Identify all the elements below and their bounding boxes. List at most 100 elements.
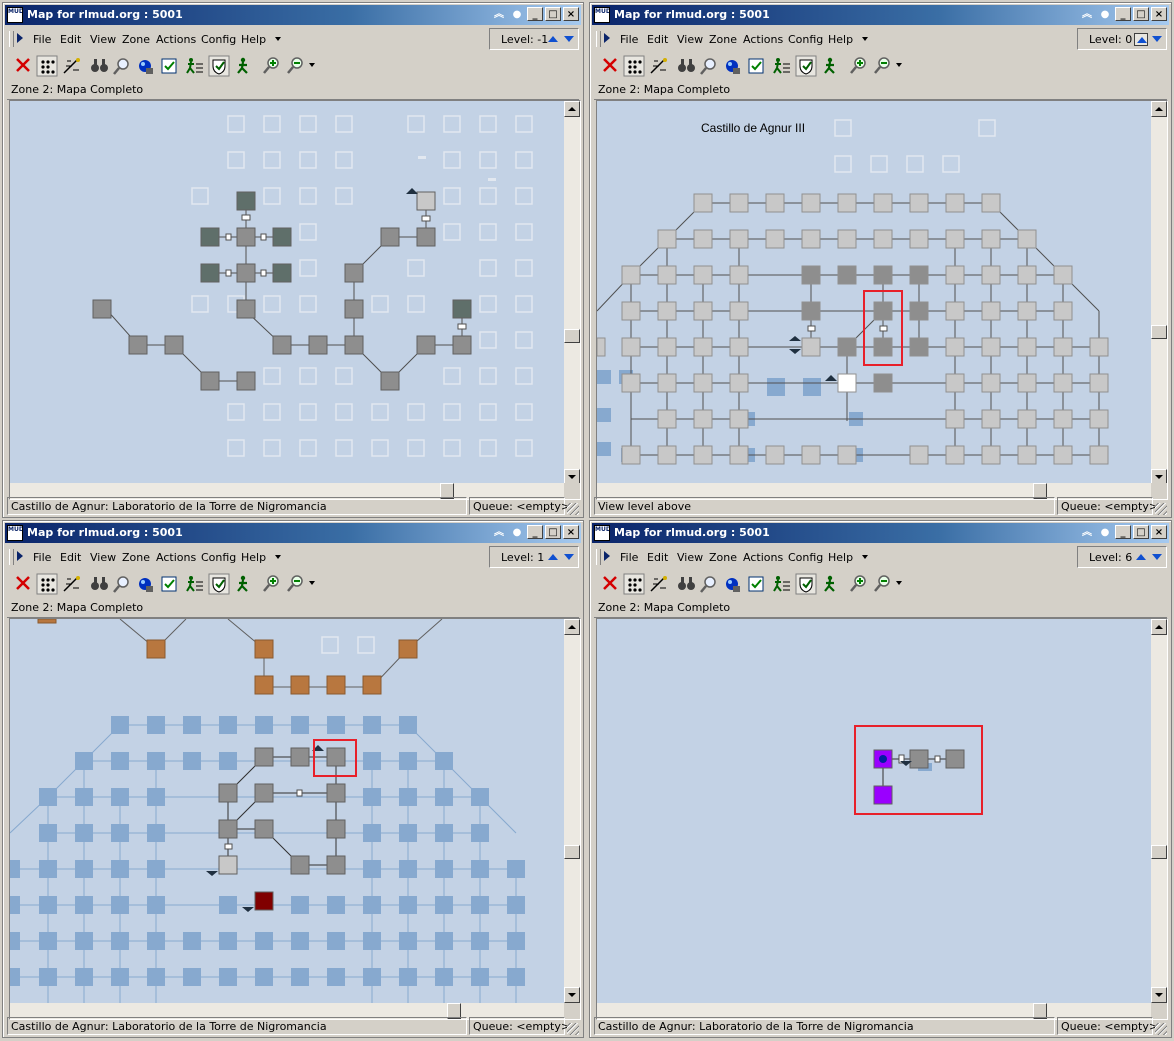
close-button[interactable]: × [563,525,579,539]
window-title-bar[interactable]: MUD Map for rlmud.org : 5001 ︽ ● _ □ × [5,523,581,543]
rollup-icon[interactable]: ︽ [491,525,507,539]
close-button[interactable]: × [1151,7,1167,21]
menu-view[interactable]: View [677,551,703,564]
menu-file[interactable]: File [620,551,638,564]
map-view[interactable] [9,618,581,1020]
maximize-button[interactable]: □ [545,7,561,21]
menu-edit[interactable]: Edit [647,551,668,564]
rollup-icon[interactable]: ︽ [1079,7,1095,21]
maximize-button[interactable]: □ [545,525,561,539]
menu-help[interactable]: Help [828,33,853,46]
menu-view[interactable]: View [677,33,703,46]
window-title-bar[interactable]: MUD Map for rlmud.org : 5001 ︽ ● _ □ × [592,5,1169,25]
menu-zone[interactable]: Zone [709,33,737,46]
menu-edit[interactable]: Edit [647,33,668,46]
minimize-button[interactable]: _ [527,7,543,21]
menu-edit[interactable]: Edit [60,551,81,564]
scroll-up-button[interactable] [1151,619,1167,635]
map-canvas[interactable] [10,101,566,485]
menu-zone[interactable]: Zone [122,551,150,564]
resize-grip[interactable] [567,503,579,515]
walker-icon [237,57,248,74]
level-down-button[interactable] [1150,551,1164,564]
vertical-scrollbar[interactable] [564,619,580,1003]
menu-config[interactable]: Config [788,33,823,46]
scroll-up-button[interactable] [564,101,580,117]
vertical-scroll-thumb[interactable] [564,329,580,343]
menu-config[interactable]: Config [201,33,236,46]
window-title-bar[interactable]: MUD Map for rlmud.org : 5001 ︽ ● _ □ × [5,5,581,25]
resize-grip[interactable] [1155,503,1167,515]
pin-icon[interactable]: ● [509,7,525,21]
vertical-scroll-thumb[interactable] [1151,845,1167,859]
menu-overflow-chevron-icon[interactable] [275,555,281,559]
menu-file[interactable]: File [33,551,51,564]
map-canvas[interactable]: Castillo de Agnur III [597,101,1153,485]
menu-actions[interactable]: Actions [156,551,196,564]
scroll-up-button[interactable] [1151,101,1167,117]
maximize-button[interactable]: □ [1133,525,1149,539]
close-button[interactable]: × [1151,525,1167,539]
rollup-icon[interactable]: ︽ [1079,525,1095,539]
map-view[interactable] [596,618,1168,1020]
level-up-button[interactable] [546,551,560,564]
map-graph[interactable]: Castillo de Agnur III [597,101,1153,485]
menu-zone[interactable]: Zone [122,33,150,46]
level-down-button[interactable] [562,551,576,564]
menu-file[interactable]: File [620,33,638,46]
faded-rooms [834,119,996,173]
map-graph[interactable] [597,619,1153,1003]
menu-play-icon[interactable] [17,33,23,43]
level-up-button[interactable] [546,33,560,46]
menu-file[interactable]: File [33,33,51,46]
pin-icon[interactable]: ● [509,525,525,539]
menu-config[interactable]: Config [201,551,236,564]
menu-edit[interactable]: Edit [60,33,81,46]
menu-play-icon[interactable] [604,551,610,561]
menu-zone[interactable]: Zone [709,551,737,564]
menu-help[interactable]: Help [241,33,266,46]
minimize-button[interactable]: _ [1115,7,1131,21]
menu-actions[interactable]: Actions [156,33,196,46]
menu-view[interactable]: View [90,33,116,46]
map-view[interactable] [9,100,581,500]
rollup-icon[interactable]: ︽ [491,7,507,21]
window-title-bar[interactable]: MUD Map for rlmud.org : 5001 ︽ ● _ □ × [592,523,1169,543]
menu-help[interactable]: Help [241,551,266,564]
level-down-button[interactable] [562,33,576,46]
close-button[interactable]: × [563,7,579,21]
pin-icon[interactable]: ● [1097,7,1113,21]
menu-overflow-chevron-icon[interactable] [862,37,868,41]
vertical-scrollbar[interactable] [1151,101,1167,485]
menu-config[interactable]: Config [788,551,823,564]
resize-grip[interactable] [1155,1023,1167,1035]
menu-actions[interactable]: Actions [743,33,783,46]
maximize-button[interactable]: □ [1133,7,1149,21]
map-canvas[interactable] [597,619,1153,1003]
map-canvas[interactable] [10,619,566,1003]
vertical-scrollbar[interactable] [1151,619,1167,1003]
vertical-scroll-thumb[interactable] [564,845,580,859]
vertical-scroll-thumb[interactable] [1151,325,1167,339]
menu-overflow-chevron-icon[interactable] [862,555,868,559]
vertical-scrollbar[interactable] [564,101,580,485]
map-view[interactable]: Castillo de Agnur III [596,100,1168,500]
map-graph[interactable] [10,619,566,1003]
resize-grip[interactable] [567,1023,579,1035]
map-graph[interactable] [10,101,566,485]
level-up-button[interactable] [1134,33,1148,46]
level-up-button[interactable] [1134,551,1148,564]
level-down-button[interactable] [1150,33,1164,46]
menu-play-icon[interactable] [17,551,23,561]
menu-view[interactable]: View [90,551,116,564]
menu-overflow-chevron-icon[interactable] [275,37,281,41]
scroll-up-button[interactable] [564,619,580,635]
menu-play-icon[interactable] [604,33,610,43]
scroll-down-button[interactable] [1151,987,1167,1003]
minimize-button[interactable]: _ [527,525,543,539]
pin-icon[interactable]: ● [1097,525,1113,539]
menu-actions[interactable]: Actions [743,551,783,564]
minimize-button[interactable]: _ [1115,525,1131,539]
menu-help[interactable]: Help [828,551,853,564]
scroll-down-button[interactable] [564,987,580,1003]
